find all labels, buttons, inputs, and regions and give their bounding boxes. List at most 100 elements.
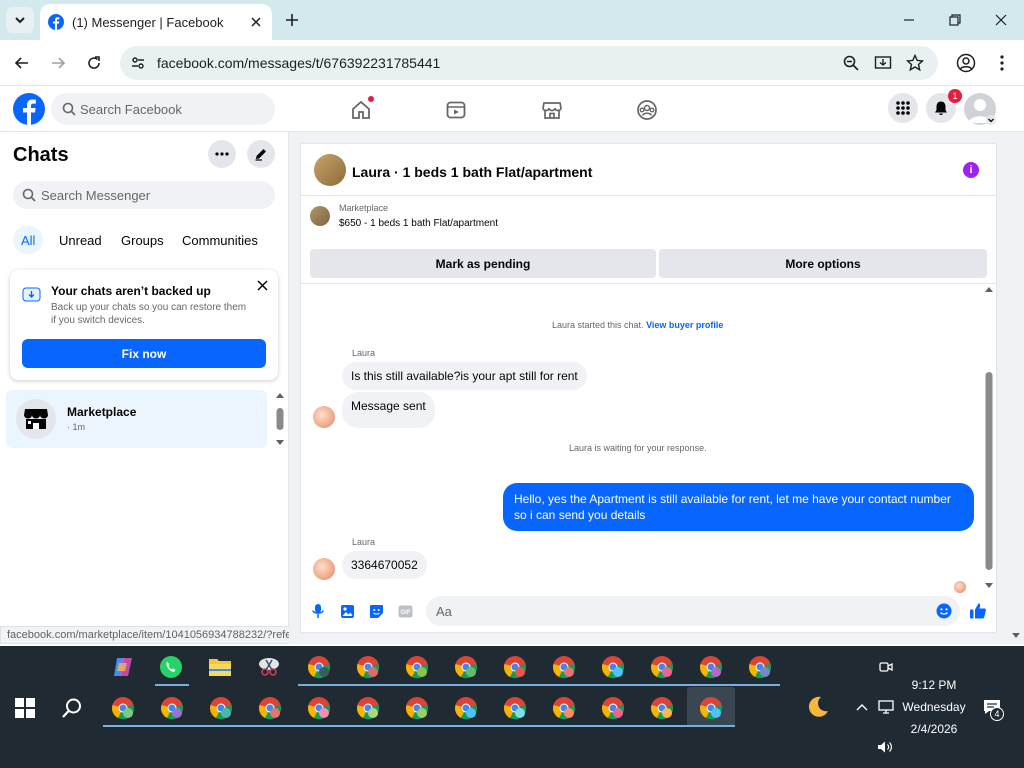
chrome-profile-icon[interactable] [649, 654, 675, 680]
forward-icon[interactable] [46, 51, 70, 75]
mark-as-pending-button[interactable]: Mark as pending [310, 249, 656, 278]
chrome-profile-icon[interactable] [306, 654, 332, 680]
chrome-profile-icon[interactable] [600, 695, 626, 721]
listing-price[interactable]: $650 - 1 beds 1 bath Flat/apartment [339, 218, 498, 229]
emoji-icon[interactable] [936, 603, 952, 619]
microphone-icon[interactable] [310, 603, 326, 619]
chrome-profile-icon[interactable] [404, 654, 430, 680]
groups-icon[interactable] [633, 96, 661, 124]
copilot-icon[interactable] [110, 654, 136, 680]
message-input[interactable]: Aa [426, 596, 960, 626]
restore-icon[interactable] [932, 0, 978, 40]
tab-search-button[interactable] [6, 7, 34, 33]
chats-heading: Chats [13, 144, 69, 166]
chrome-profile-icon[interactable] [698, 654, 724, 680]
chrome-profile-icon[interactable] [110, 695, 136, 721]
install-app-icon[interactable] [874, 54, 892, 72]
running-indicator [155, 684, 189, 686]
chrome-profile-icon[interactable] [453, 654, 479, 680]
volume-icon[interactable] [873, 734, 899, 760]
chrome-profile-icon[interactable] [551, 654, 577, 680]
filter-unread[interactable]: Unread [51, 226, 110, 254]
chevron-up-icon[interactable] [849, 694, 875, 720]
menu-kebab-icon[interactable] [991, 52, 1013, 74]
outgoing-message[interactable]: Hello, yes the Apartment is still availa… [503, 483, 974, 531]
snipping-tool-icon[interactable] [256, 654, 282, 680]
facebook-logo-icon[interactable] [13, 93, 45, 125]
chat-list-scrollbar[interactable] [275, 392, 285, 446]
video-icon[interactable] [442, 96, 470, 124]
active-tab[interactable]: (1) Messenger | Facebook [40, 4, 272, 40]
new-tab-icon[interactable] [282, 10, 302, 30]
incoming-message[interactable]: Is this still available?is your apt stil… [342, 362, 587, 390]
sender-avatar[interactable] [313, 406, 335, 428]
chrome-profile-icon-active[interactable] [698, 695, 724, 721]
photo-icon[interactable] [339, 603, 355, 619]
reload-icon[interactable] [82, 51, 106, 75]
close-icon[interactable] [257, 280, 268, 291]
chrome-profile-icon[interactable] [502, 654, 528, 680]
marketplace-icon[interactable] [538, 96, 566, 124]
zoom-icon[interactable] [842, 54, 860, 72]
sender-avatar[interactable] [313, 558, 335, 580]
chrome-profile-icon[interactable] [257, 695, 283, 721]
chrome-profile-icon[interactable] [502, 695, 528, 721]
address-bar[interactable]: facebook.com/messages/t/676392231785441 [120, 46, 938, 80]
view-buyer-profile-link[interactable]: View buyer profile [646, 320, 723, 330]
chrome-profile-icon[interactable] [355, 654, 381, 680]
windows-start-icon[interactable] [12, 695, 38, 721]
clock-day[interactable]: Wednesday [898, 700, 970, 714]
chrome-profile-icon[interactable] [600, 654, 626, 680]
page-scroll-down-icon[interactable] [1011, 632, 1021, 640]
clock-date[interactable]: 2/4/2026 [898, 722, 970, 736]
incoming-message[interactable]: Message sent [342, 392, 435, 428]
chrome-profile-icon[interactable] [208, 695, 234, 721]
night-mode-icon[interactable] [805, 694, 831, 720]
filter-communities[interactable]: Communities [174, 226, 266, 254]
fix-now-button[interactable]: Fix now [22, 339, 266, 368]
clock-time[interactable]: 9:12 PM [898, 678, 970, 692]
messenger-search-input[interactable]: Search Messenger [13, 181, 275, 209]
meet-now-icon[interactable] [873, 654, 899, 680]
site-info-icon[interactable] [130, 55, 146, 71]
chrome-profile-icon[interactable] [306, 695, 332, 721]
back-icon[interactable] [10, 51, 34, 75]
account-chevron-icon[interactable] [986, 115, 996, 125]
chrome-profile-icon[interactable] [355, 695, 381, 721]
svg-text:GIF: GIF [400, 610, 410, 616]
link-preview-status: facebook.com/marketplace/item/1041056934… [0, 626, 315, 644]
close-window-icon[interactable] [978, 0, 1024, 40]
sticker-icon[interactable] [368, 603, 384, 619]
more-options-button[interactable]: More options [659, 249, 987, 278]
info-icon[interactable]: i [963, 162, 979, 178]
file-explorer-icon[interactable] [207, 654, 233, 680]
menu-grid-button[interactable] [888, 93, 918, 123]
filter-all[interactable]: All [13, 226, 44, 254]
bookmark-star-icon[interactable] [906, 54, 924, 72]
thread-scrollbar[interactable] [983, 284, 995, 590]
whatsapp-icon[interactable] [158, 654, 184, 680]
chrome-profile-icon[interactable] [747, 654, 773, 680]
conversation-area: Laura · 1 beds 1 bath Flat/apartment i M… [289, 132, 1024, 644]
chrome-profile-icon[interactable] [404, 695, 430, 721]
chrome-profile-icon[interactable] [551, 695, 577, 721]
thumbs-up-icon[interactable] [969, 602, 987, 620]
conversation-title[interactable]: Laura · 1 beds 1 bath Flat/apartment [352, 164, 592, 180]
listing-thumbnail[interactable] [314, 154, 346, 186]
chrome-profile-icon[interactable] [649, 695, 675, 721]
profile-icon[interactable] [955, 52, 977, 74]
network-icon[interactable] [873, 694, 899, 720]
minimize-icon[interactable] [886, 0, 932, 40]
facebook-search-input[interactable]: Search Facebook [51, 93, 275, 125]
filter-groups[interactable]: Groups [113, 226, 172, 254]
chrome-profile-icon[interactable] [453, 695, 479, 721]
gif-icon[interactable]: GIF [397, 603, 413, 619]
close-tab-icon[interactable] [248, 14, 264, 30]
new-message-button[interactable] [247, 140, 275, 168]
search-icon[interactable] [59, 695, 85, 721]
chats-options-button[interactable] [208, 140, 236, 168]
chrome-profile-icon[interactable] [159, 695, 185, 721]
incoming-message[interactable]: 3364670052 [342, 551, 427, 579]
chat-list-item-marketplace[interactable]: Marketplace · 1m [6, 390, 267, 448]
waiting-notice: Laura is waiting for your response. [569, 443, 707, 453]
